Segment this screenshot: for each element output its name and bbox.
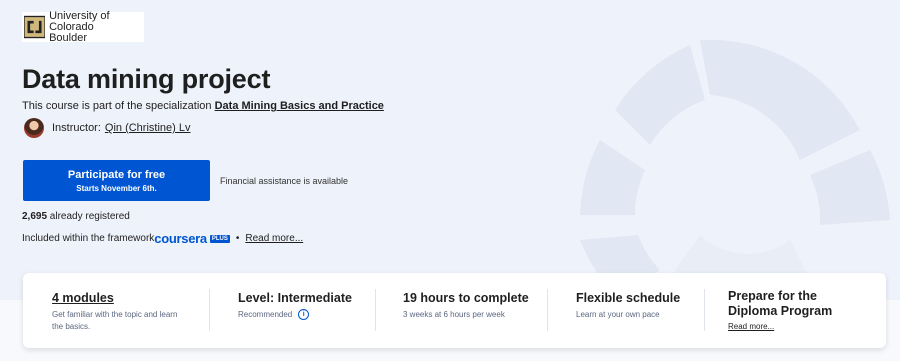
stat-schedule: Flexible schedule Learn at your own pace bbox=[576, 291, 706, 321]
financial-aid-text: Financial assistance is available bbox=[220, 176, 349, 186]
participate-button[interactable]: Participate for free Starts November 6th… bbox=[23, 160, 210, 201]
read-more-link[interactable]: Read more... bbox=[245, 233, 303, 244]
level-sub: Recommended i bbox=[238, 309, 368, 321]
participate-button-label: Participate for free bbox=[67, 169, 166, 181]
participate-button-sublabel: Starts November 6th. bbox=[76, 184, 157, 193]
divider bbox=[547, 289, 548, 331]
decorative-rings bbox=[580, 40, 890, 300]
university-line1: University of Colorado bbox=[49, 9, 110, 33]
instructor-link[interactable]: Qin (Christine) Lv bbox=[105, 122, 191, 134]
divider bbox=[209, 289, 210, 331]
diploma-heading: Prepare for the Diploma Program bbox=[728, 289, 833, 318]
stat-duration: 19 hours to complete 3 weeks at 6 hours … bbox=[403, 291, 548, 321]
registered-suffix: already registered bbox=[47, 211, 130, 222]
included-prefix: Included within the framework bbox=[22, 233, 155, 244]
modules-link[interactable]: 4 modules bbox=[52, 291, 182, 305]
plus-badge: PLUS bbox=[209, 234, 230, 243]
specialization-prefix: This course is part of the specializatio… bbox=[22, 100, 215, 112]
modules-description: Get familiar with the topic and learn th… bbox=[52, 310, 178, 331]
cu-logo-icon bbox=[24, 15, 46, 39]
included-line: Included within the framework coursera P… bbox=[22, 231, 303, 246]
specialization-link[interactable]: Data Mining Basics and Practice bbox=[215, 100, 384, 112]
divider bbox=[375, 289, 376, 331]
duration-sub: 3 weeks at 6 hours per week bbox=[403, 310, 505, 319]
university-logo[interactable]: University of Colorado Boulder bbox=[22, 9, 144, 44]
course-stats-card: 4 modules Get familiar with the topic an… bbox=[23, 273, 886, 348]
registered-number: 2,695 bbox=[22, 211, 48, 222]
stat-diploma: Prepare for the Diploma Program Read mor… bbox=[728, 289, 868, 333]
coursera-logo: coursera bbox=[154, 231, 207, 246]
university-line2: Boulder bbox=[49, 31, 87, 44]
registered-count: 2,695 already registered bbox=[22, 211, 130, 222]
university-name: University of Colorado Boulder bbox=[49, 9, 144, 44]
hero-section bbox=[0, 0, 900, 300]
schedule-heading: Flexible schedule bbox=[576, 291, 681, 305]
page-title: Data mining project bbox=[22, 64, 271, 94]
level-heading: Level: Intermediate bbox=[238, 291, 352, 305]
stat-modules: 4 modules Get familiar with the topic an… bbox=[52, 291, 182, 333]
avatar bbox=[24, 118, 44, 138]
instructor-line: Instructor: Qin (Christine) Lv bbox=[22, 118, 190, 138]
stat-level: Level: Intermediate Recommended i bbox=[238, 291, 368, 321]
instructor-label: Instructor: bbox=[52, 122, 101, 134]
separator-dot: • bbox=[235, 233, 240, 244]
divider bbox=[704, 289, 705, 331]
info-icon[interactable]: i bbox=[298, 309, 310, 321]
specialization-line: This course is part of the specializatio… bbox=[22, 100, 384, 112]
diploma-read-more-link[interactable]: Read more... bbox=[728, 321, 868, 333]
schedule-sub: Learn at your own pace bbox=[576, 310, 660, 319]
duration-heading: 19 hours to complete bbox=[403, 291, 529, 305]
level-recommended: Recommended bbox=[238, 310, 293, 319]
